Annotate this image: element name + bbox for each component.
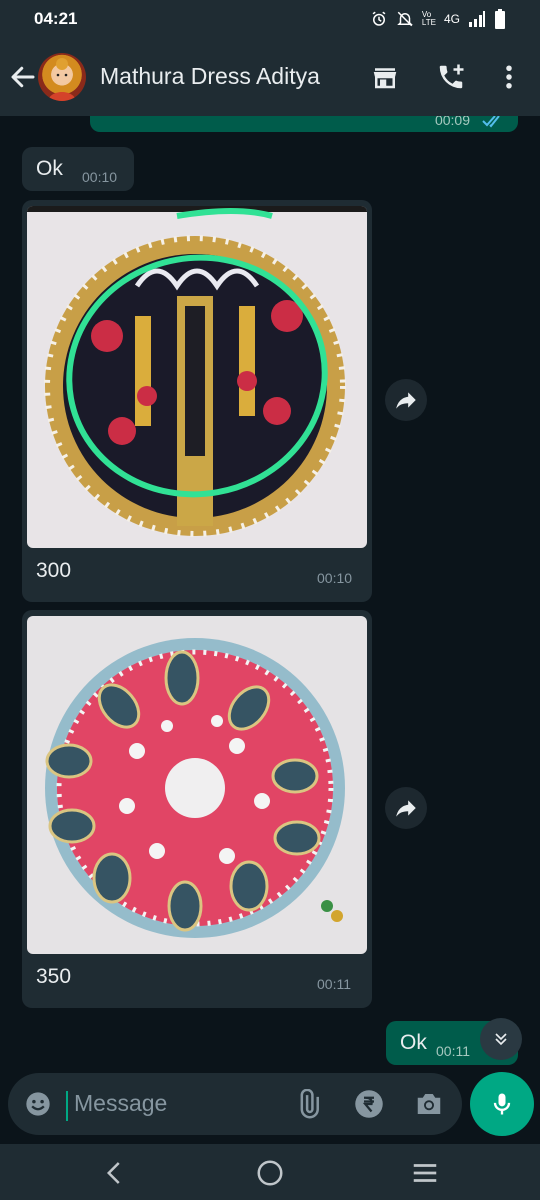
rupee-icon[interactable] [354,1089,384,1119]
camera-icon[interactable] [414,1089,444,1119]
network-label: 4G [443,12,460,26]
message-composer: Message [0,1068,540,1144]
read-ticks-icon [482,116,500,128]
share-forward-icon [396,392,416,409]
store-icon[interactable] [370,62,400,92]
image-caption: 300 [36,559,72,582]
text-caret [66,1091,68,1121]
message-time: 00:11 [436,1043,470,1059]
chat-header: Mathura Dress Aditya [0,38,540,116]
message-time: 00:11 [317,976,351,992]
status-bar: 04:21 Vo LTE 4G [0,0,540,38]
mic-icon [493,1093,511,1115]
message-input[interactable]: Message [74,1090,167,1117]
contact-name[interactable]: Mathura Dress Aditya [100,63,320,90]
message-time: 00:10 [317,570,353,586]
emoji-icon[interactable] [24,1090,52,1118]
message-time: 00:09 [434,116,470,128]
image-message-bubble[interactable]: 350 00:11 [22,610,372,1008]
call-add-icon[interactable] [436,62,466,92]
message-text: Ok [400,1031,427,1054]
volte-icon: Vo LTE [421,10,436,27]
scroll-down-icon [495,1033,507,1046]
nav-recents-icon[interactable] [410,1158,440,1188]
battery-icon [495,9,505,29]
attach-icon[interactable] [293,1089,323,1119]
share-forward-icon [396,800,416,817]
nav-back-icon[interactable] [100,1158,130,1188]
signal-icon [469,11,485,27]
avatar[interactable] [38,53,86,101]
back-arrow-icon[interactable] [8,62,38,92]
mute-bell-icon [397,11,413,27]
system-nav-bar [0,1144,540,1200]
mic-button[interactable] [470,1072,534,1136]
more-vert-icon[interactable] [494,62,524,92]
forward-button[interactable] [385,379,427,421]
message-time: 00:10 [82,169,118,185]
forward-button[interactable] [385,787,427,829]
chat-area[interactable]: 00:09 Ok 00:10 300 00:10 350 00:11 Ok 00… [0,116,540,1076]
image-caption: 350 [36,965,72,988]
message-text: Ok [36,157,63,180]
product-image-black-dress[interactable] [27,206,367,548]
product-image-pink-dress[interactable] [27,616,367,954]
message-bubble-outgoing[interactable]: 00:09 [90,116,518,132]
scroll-down-button[interactable] [480,1018,522,1060]
alarm-icon [372,11,386,26]
message-bubble-incoming[interactable]: Ok 00:10 [22,147,134,191]
image-message-bubble[interactable]: 300 00:10 [22,200,372,602]
message-input-container[interactable]: Message [8,1073,462,1135]
status-icons: Vo LTE 4G [370,9,506,29]
status-time: 04:21 [34,9,78,28]
nav-home-icon[interactable] [255,1158,285,1188]
